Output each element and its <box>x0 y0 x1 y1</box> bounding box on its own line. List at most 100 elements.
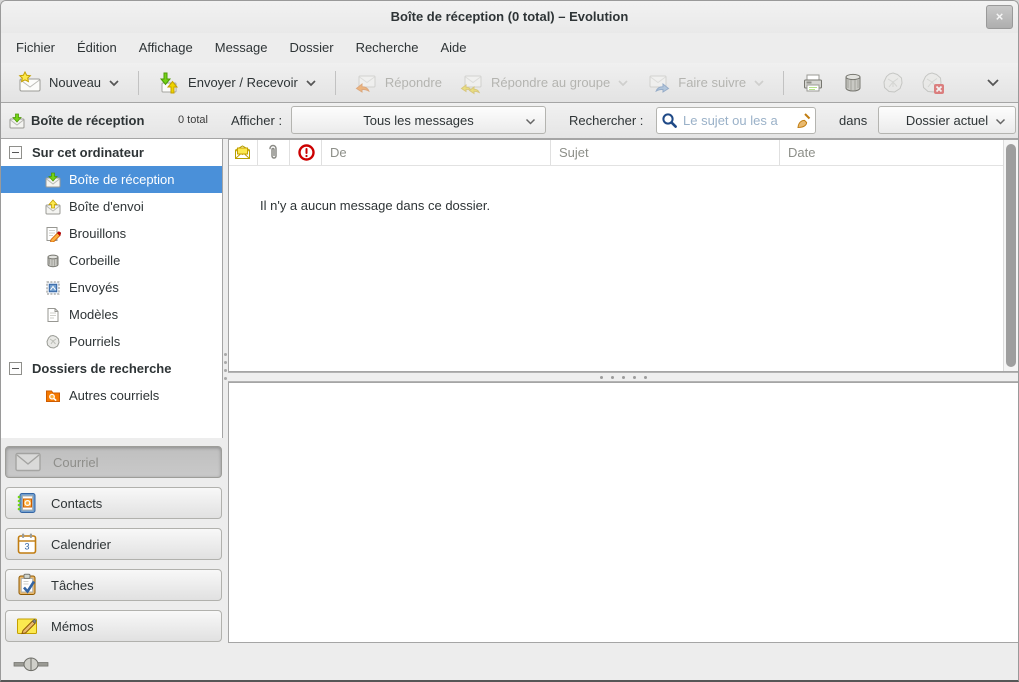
sidebar-item-label: Boîte d'envoi <box>69 199 144 214</box>
trash-icon <box>841 71 865 95</box>
templates-icon <box>45 307 61 323</box>
switcher-memos-button[interactable]: Mémos <box>5 610 222 642</box>
sidebar-item-modeles[interactable]: Modèles <box>1 301 222 328</box>
switcher-calendrier-button[interactable]: 3 Calendrier <box>5 528 222 560</box>
switcher-contacts-button[interactable]: Contacts <box>5 487 222 519</box>
switcher-button-label: Tâches <box>51 578 94 593</box>
not-junk-icon <box>921 71 945 95</box>
chevron-down-icon <box>753 79 765 87</box>
sidebar-item-corbeille[interactable]: Corbeille <box>1 247 222 274</box>
preview-splitter[interactable] <box>228 372 1019 382</box>
column-priority[interactable] <box>290 140 322 165</box>
contacts-icon <box>15 491 39 515</box>
sidebar-item-brouillons[interactable]: Brouillons <box>1 220 222 247</box>
column-date[interactable]: Date <box>780 140 1018 165</box>
empty-folder-message: Il n'y a aucun message dans ce dossier. <box>260 198 490 213</box>
search-box <box>656 107 816 134</box>
sidebar-item-label: Modèles <box>69 307 118 322</box>
not-junk-button[interactable] <box>913 68 953 98</box>
svg-text:3: 3 <box>24 542 29 552</box>
toolbar-overflow-button[interactable] <box>976 78 1010 87</box>
new-button-label: Nouveau <box>49 75 101 90</box>
send-receive-icon <box>157 71 181 95</box>
switcher-button-label: Contacts <box>51 496 102 511</box>
tree-group-on-this-computer[interactable]: Sur cet ordinateur <box>1 139 222 166</box>
search-label: Rechercher : <box>569 103 643 138</box>
reply-group-label: Répondre au groupe <box>491 75 610 90</box>
tree-group-label: Dossiers de recherche <box>32 361 171 376</box>
send-receive-button[interactable]: Envoyer / Recevoir <box>148 68 326 98</box>
column-de[interactable]: De <box>322 140 551 165</box>
mail-icon <box>15 452 41 472</box>
sidebar-item-boite-de-reception[interactable]: Boîte de réception <box>1 166 222 193</box>
menubar: Fichier Édition Affichage Message Dossie… <box>1 33 1018 63</box>
menu-affichage[interactable]: Affichage <box>128 33 204 63</box>
sidebar-item-label: Corbeille <box>69 253 120 268</box>
pane-resize-grip[interactable] <box>224 353 227 385</box>
sidebar-item-boite-denvoi[interactable]: Boîte d'envoi <box>1 193 222 220</box>
menu-aide[interactable]: Aide <box>429 33 477 63</box>
sidebar-item-label: Brouillons <box>69 226 126 241</box>
search-scope-label: dans <box>839 103 867 138</box>
tasks-icon <box>15 573 39 597</box>
forward-button[interactable]: Faire suivre <box>638 68 774 98</box>
message-status-icon <box>234 145 251 160</box>
message-count: 0 total <box>178 103 208 138</box>
message-list-header: De Sujet Date <box>229 140 1018 166</box>
print-button[interactable] <box>793 68 833 98</box>
message-list: De Sujet Date Il n'y a aucun message dan… <box>228 139 1019 372</box>
window-title: Boîte de réception (0 total) – Evolution <box>1 1 1018 33</box>
drafts-icon <box>45 226 61 242</box>
reply-label: Répondre <box>385 75 442 90</box>
column-status[interactable] <box>229 140 258 165</box>
junk-button[interactable] <box>873 68 913 98</box>
reply-group-icon <box>460 71 484 95</box>
search-input[interactable] <box>656 107 816 134</box>
sidebar-item-label: Boîte de réception <box>69 172 175 187</box>
toolbar-separator <box>138 71 139 95</box>
menu-edition[interactable]: Édition <box>66 33 128 63</box>
tree-group-label: Sur cet ordinateur <box>32 145 144 160</box>
chevron-down-icon <box>986 78 1000 87</box>
menu-recherche[interactable]: Recherche <box>345 33 430 63</box>
junk-icon <box>45 334 61 350</box>
message-filter-value: Tous les messages <box>363 113 474 128</box>
new-button[interactable]: Nouveau <box>9 68 129 98</box>
sidebar-item-envoyes[interactable]: Envoyés <box>1 274 222 301</box>
tree-group-dossiers-de-recherche[interactable]: Dossiers de recherche <box>1 355 222 382</box>
collapse-expander-icon[interactable] <box>9 146 22 159</box>
search-scope-dropdown[interactable]: Dossier actuel <box>878 106 1016 134</box>
sidebar-item-autres-courriels[interactable]: Autres courriels <box>1 382 222 409</box>
switcher-courriel-button[interactable]: Courriel <box>5 446 222 478</box>
switcher-taches-button[interactable]: Tâches <box>5 569 222 601</box>
chevron-down-icon <box>617 79 629 87</box>
close-button[interactable]: × <box>986 5 1013 29</box>
inbox-icon <box>9 113 25 129</box>
online-status-button[interactable] <box>13 657 49 672</box>
column-sujet[interactable]: Sujet <box>551 140 780 165</box>
preview-pane <box>228 382 1019 643</box>
collapse-expander-icon[interactable] <box>9 362 22 375</box>
sidebar-item-pourriels[interactable]: Pourriels <box>1 328 222 355</box>
message-filter-dropdown[interactable]: Tous les messages <box>291 106 546 134</box>
menu-dossier[interactable]: Dossier <box>278 33 344 63</box>
chevron-down-icon <box>108 79 120 87</box>
clear-search-icon[interactable] <box>795 112 812 129</box>
column-label: Sujet <box>559 145 589 160</box>
calendar-icon: 3 <box>15 532 39 556</box>
menu-fichier[interactable]: Fichier <box>5 33 66 63</box>
sidebar-item-label: Pourriels <box>69 334 120 349</box>
sent-icon <box>45 280 61 296</box>
message-list-scrollbar[interactable] <box>1003 140 1018 371</box>
menu-message[interactable]: Message <box>204 33 279 63</box>
paperclip-icon <box>266 144 280 161</box>
printer-icon <box>801 71 825 95</box>
delete-button[interactable] <box>833 68 873 98</box>
reply-button[interactable]: Répondre <box>345 68 451 98</box>
toolbar-separator <box>335 71 336 95</box>
column-attachment[interactable] <box>258 140 290 165</box>
reply-group-button[interactable]: Répondre au groupe <box>451 68 638 98</box>
chevron-down-icon <box>995 118 1006 125</box>
scrollbar-thumb[interactable] <box>1006 144 1016 367</box>
switcher-button-label: Calendrier <box>51 537 111 552</box>
